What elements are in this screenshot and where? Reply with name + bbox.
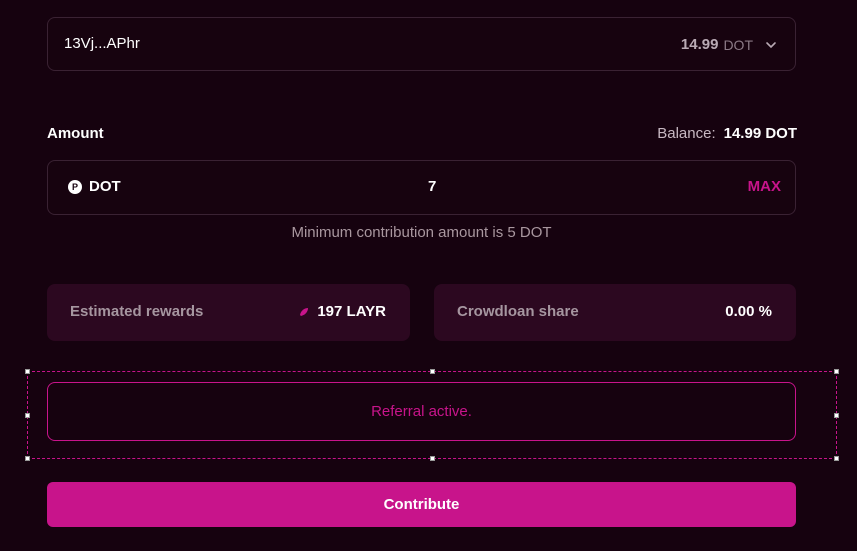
balance-label: Balance: (657, 125, 716, 142)
contribute-button[interactable]: Contribute (47, 482, 796, 527)
crowdloan-share-label: Crowdloan share (457, 303, 579, 320)
resize-handle[interactable] (834, 413, 839, 418)
amount-input-field[interactable]: DOT 7 MAX (47, 160, 796, 215)
polkadot-icon (68, 179, 82, 194)
minimum-contribution-note: Minimum contribution amount is 5 DOT (291, 224, 552, 241)
estimated-rewards-value-wrap: 197 LAYR (299, 303, 386, 320)
crowdloan-share-value: 0.00 % (725, 303, 772, 320)
resize-handle[interactable] (430, 456, 435, 461)
resize-handle[interactable] (25, 456, 30, 461)
account-selector[interactable]: 13Vj...APhr 14.99 DOT (47, 17, 796, 71)
account-address: 13Vj...APhr (64, 35, 140, 52)
token-label: DOT (89, 178, 121, 195)
crowdloan-share-card: Crowdloan share 0.00 % (434, 284, 796, 341)
balance-display: Balance: 14.99 DOT (657, 125, 797, 142)
account-balance-value: 14.99 (680, 36, 719, 53)
chevron-down-icon[interactable] (764, 38, 778, 52)
resize-handle[interactable] (430, 369, 435, 374)
estimated-rewards-label: Estimated rewards (70, 303, 204, 320)
referral-status[interactable]: Referral active. (47, 382, 796, 441)
referral-status-text: Referral active. (371, 403, 472, 420)
account-balance: 14.99 DOT (681, 36, 778, 53)
resize-handle[interactable] (25, 413, 30, 418)
layr-leaf-icon (300, 307, 309, 316)
resize-handle[interactable] (25, 369, 30, 374)
token-selector: DOT (68, 178, 121, 195)
balance-value: 14.99 DOT (723, 125, 797, 142)
amount-label: Amount (47, 125, 104, 142)
max-button[interactable]: MAX (748, 178, 781, 195)
estimated-rewards-card: Estimated rewards 197 LAYR (47, 284, 410, 341)
amount-value[interactable]: 7 (428, 178, 436, 195)
resize-handle[interactable] (834, 369, 839, 374)
resize-handle[interactable] (834, 456, 839, 461)
estimated-rewards-value: 197 LAYR (317, 303, 386, 320)
account-balance-unit: DOT (723, 36, 753, 53)
